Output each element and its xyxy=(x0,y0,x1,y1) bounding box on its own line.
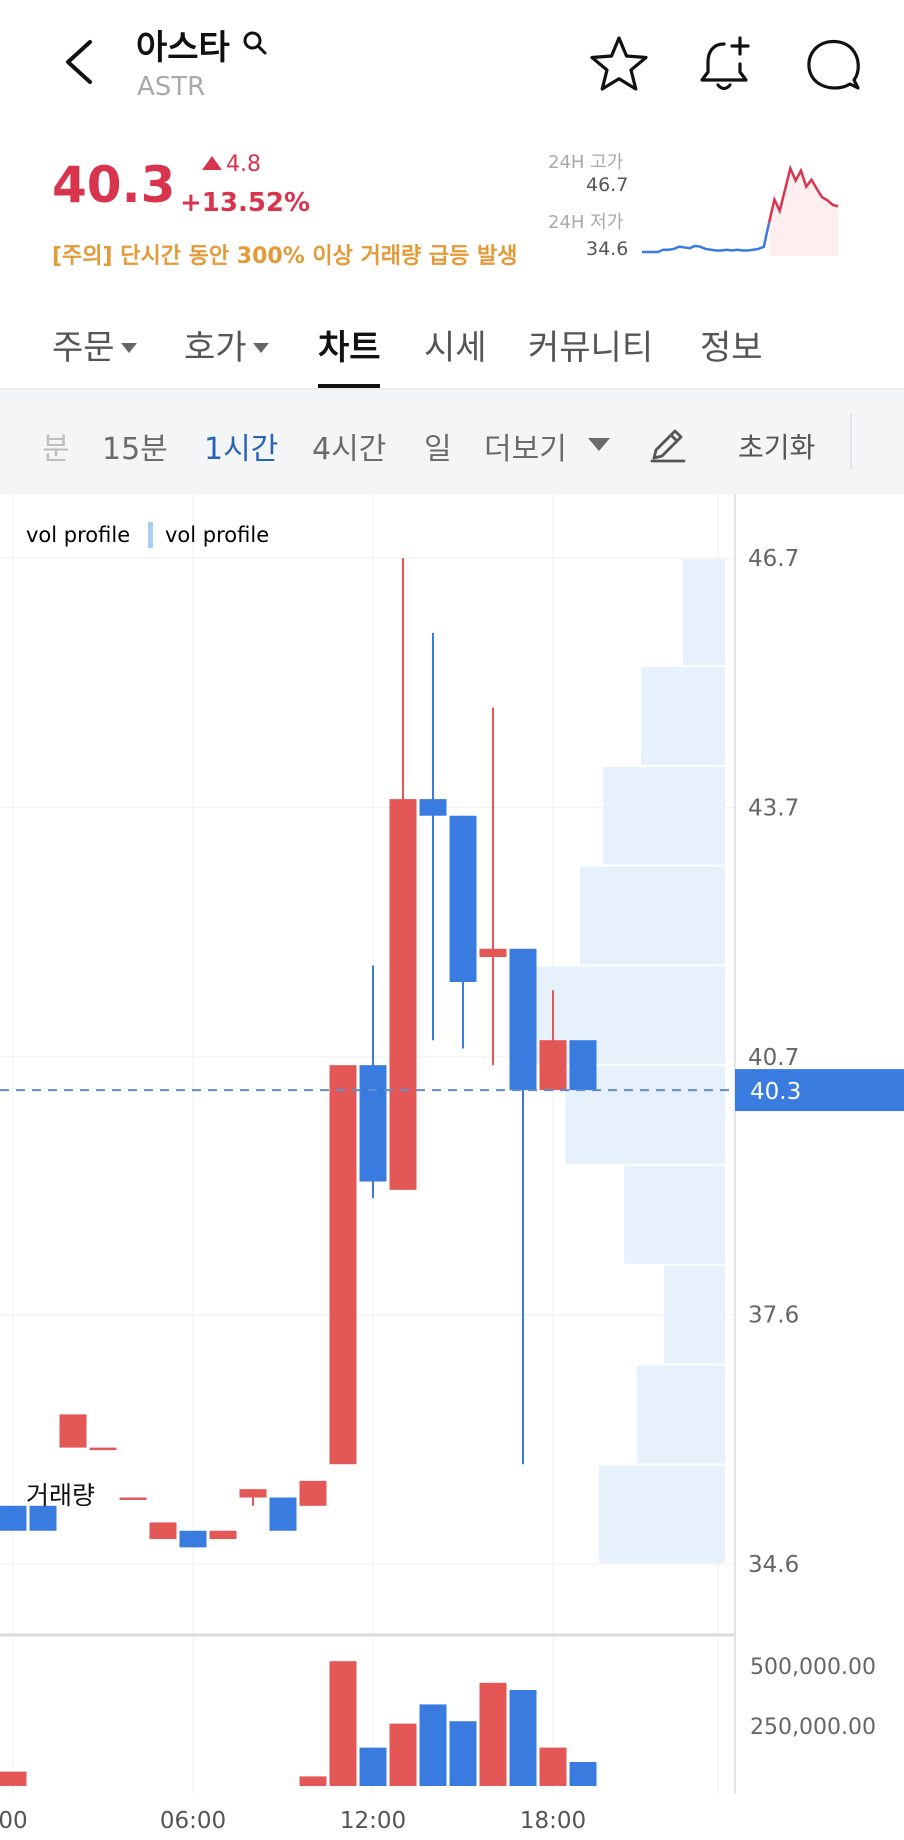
volume-axis-tick: 250,000.00 xyxy=(750,1715,876,1740)
candle-body xyxy=(119,1497,147,1500)
interval-1h[interactable]: 1시간 xyxy=(204,424,278,468)
interval-4h[interactable]: 4시간 xyxy=(312,424,386,468)
candle-body xyxy=(479,948,507,958)
tab-orderbook[interactable]: 호가 xyxy=(184,320,269,369)
volume-bar xyxy=(329,1661,357,1786)
volume-bar xyxy=(569,1762,597,1786)
toolbar-separator xyxy=(850,414,852,470)
candle-body xyxy=(209,1530,237,1540)
x-axis-tick: 06:00 xyxy=(160,1808,226,1834)
caret-down-icon xyxy=(120,343,137,353)
volume-bar xyxy=(509,1690,537,1786)
volume-bar xyxy=(479,1682,507,1786)
price-change-percent: +13.52% xyxy=(180,188,311,218)
volume-bar xyxy=(539,1747,567,1786)
volume-profile-bar xyxy=(641,667,725,765)
low-24h-label: 24H 저가 xyxy=(548,212,624,233)
high-24h-value: 46.7 xyxy=(586,174,629,196)
candle-body xyxy=(299,1480,327,1506)
ticker-symbol: ASTR xyxy=(137,72,206,102)
candle-body xyxy=(449,815,477,983)
price-change-abs: 4.8 xyxy=(202,152,261,177)
tab-community[interactable]: 커뮤니티 xyxy=(528,320,653,369)
chat-icon[interactable] xyxy=(804,36,862,94)
volume-profile-bar xyxy=(599,1465,725,1563)
caret-down-icon xyxy=(252,343,269,353)
star-icon[interactable] xyxy=(588,34,650,96)
interval-day[interactable]: 일 xyxy=(424,424,452,468)
candle-body xyxy=(419,799,447,816)
candle-body xyxy=(59,1414,87,1448)
back-arrow-icon[interactable] xyxy=(58,38,106,86)
up-triangle-icon xyxy=(202,156,222,170)
price-chart[interactable]: 40.3 46.7 43.7 40.7 37.6 34.6 500,000.00 250,00… xyxy=(0,494,904,1840)
volume-bar xyxy=(0,1771,27,1786)
volume-profile-bar xyxy=(580,866,725,965)
tab-market[interactable]: 시세 xyxy=(424,320,487,369)
x-axis-tick: 18:00 xyxy=(520,1808,586,1834)
y-axis-tick: 34.6 xyxy=(748,1552,799,1578)
volume-profile-bar xyxy=(624,1165,725,1264)
volume-profile-bar xyxy=(683,559,725,666)
candle-body xyxy=(569,1040,597,1091)
x-axis-tick: 00 xyxy=(0,1808,28,1834)
candle-body xyxy=(329,1065,357,1465)
candle-body xyxy=(509,948,537,1091)
legend-vol-profile-2: vol profile xyxy=(165,523,269,547)
interval-15m[interactable]: 15분 xyxy=(102,424,168,468)
y-axis-tick: 46.7 xyxy=(748,546,799,572)
price-change-value: 4.8 xyxy=(226,152,261,177)
candle-body xyxy=(149,1522,177,1540)
candle-body xyxy=(89,1447,117,1451)
interval-more[interactable]: 더보기 xyxy=(484,424,567,468)
mini-chart-line-down xyxy=(642,222,771,254)
candle-body xyxy=(269,1497,297,1531)
volume-bar xyxy=(299,1776,327,1786)
volume-bar xyxy=(419,1704,447,1786)
y-axis-tick: 40.7 xyxy=(748,1045,799,1071)
y-axis-tick: 43.7 xyxy=(748,795,799,821)
search-icon[interactable] xyxy=(242,30,268,56)
volume-label: 거래량 xyxy=(26,1481,95,1510)
candle-body xyxy=(359,1065,387,1182)
pencil-icon[interactable] xyxy=(648,424,688,464)
volume-axis-tick: 500,000.00 xyxy=(750,1655,876,1680)
volume-warning: [주의] 단시간 동안 300% 이상 거래량 급등 발생 xyxy=(52,244,518,269)
reset-button[interactable]: 초기화 xyxy=(738,426,815,466)
caret-down-icon[interactable] xyxy=(588,438,610,451)
candle-body xyxy=(389,799,417,1190)
candle-body xyxy=(179,1530,207,1548)
legend-vol-profile-1: vol profile xyxy=(26,523,130,547)
bell-add-icon[interactable] xyxy=(696,34,758,96)
interval-minute-partial[interactable]: 분 xyxy=(42,424,70,468)
y-axis-tick: 37.6 xyxy=(748,1303,799,1329)
candle-body xyxy=(0,1505,27,1531)
candle-body xyxy=(539,1040,567,1091)
volume-profile-bar xyxy=(636,1365,725,1464)
volume-profile-bar xyxy=(664,1265,725,1364)
mini-price-chart xyxy=(642,164,839,256)
volume-bar xyxy=(449,1721,477,1786)
volume-bar xyxy=(389,1723,417,1786)
page-title: 아스타 xyxy=(136,28,230,68)
candle-body xyxy=(239,1489,267,1498)
high-24h-label: 24H 고가 xyxy=(548,152,624,173)
current-price-tag-label: 40.3 xyxy=(750,1079,801,1105)
current-price: 40.3 xyxy=(52,156,176,214)
volume-profile-bar xyxy=(603,766,725,865)
tab-info[interactable]: 정보 xyxy=(700,320,763,369)
legend-swatch xyxy=(148,522,153,548)
x-axis-tick: 12:00 xyxy=(340,1808,406,1834)
tab-chart[interactable]: 차트 xyxy=(318,320,381,369)
volume-bar xyxy=(359,1747,387,1786)
tab-order[interactable]: 주문 xyxy=(52,320,137,369)
low-24h-value: 34.6 xyxy=(586,238,629,260)
